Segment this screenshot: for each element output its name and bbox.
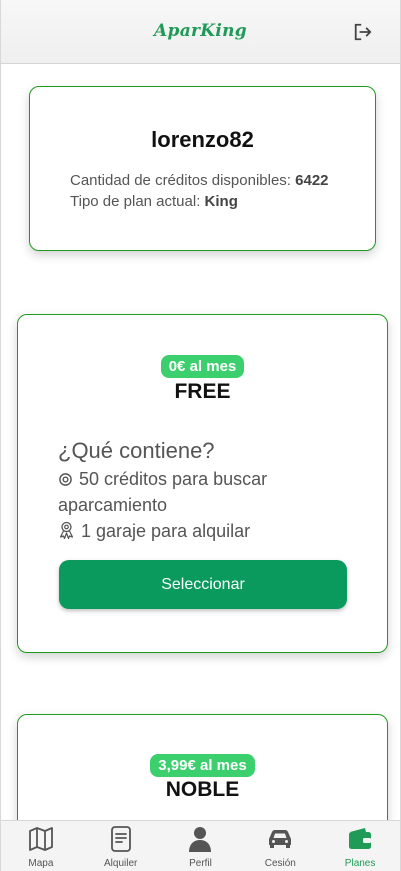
app-logo: AparKing <box>154 21 247 41</box>
feature-search-text: 50 créditos para buscar aparcamiento <box>58 469 268 515</box>
price-badge: 0€ al mes <box>160 355 245 378</box>
bottom-navigation: Mapa Alquiler Perfil Cesión Planes <box>1 820 400 871</box>
app-screen: AparKing lorenzo82 Cantidad de créditos … <box>0 0 401 871</box>
nav-item-perfil[interactable]: Perfil <box>161 821 241 871</box>
car-icon <box>269 830 292 848</box>
map-icon <box>28 827 53 851</box>
award-icon <box>59 521 74 539</box>
plan-card-free: 0€ al mes FREE ¿Qué contiene? 50 crédito… <box>17 314 388 653</box>
document-icon <box>110 826 131 852</box>
logout-icon[interactable] <box>352 22 374 42</box>
contains-title: ¿Qué contiene? <box>58 438 215 463</box>
plan-value: King <box>204 193 238 210</box>
nav-item-mapa[interactable]: Mapa <box>1 821 81 871</box>
feature-garage-text: 1 garaje para alquilar <box>81 521 251 541</box>
nav-label: Planes <box>344 858 376 869</box>
search-icon <box>59 473 72 486</box>
credits-line: Cantidad de créditos disponibles: 6422 <box>70 172 329 189</box>
username: lorenzo82 <box>151 127 254 152</box>
nav-item-alquiler[interactable]: Alquiler <box>81 821 161 871</box>
wallet-icon <box>349 828 372 849</box>
plan-title: FREE <box>174 380 231 403</box>
price-badge: 3,99€ al mes <box>150 754 255 777</box>
nav-item-cesion[interactable]: Cesión <box>240 821 320 871</box>
nav-label: Alquiler <box>104 858 138 869</box>
plans-content[interactable]: lorenzo82 Cantidad de créditos disponibl… <box>1 64 400 820</box>
top-header: AparKing <box>1 0 400 64</box>
nav-label: Mapa <box>28 858 54 869</box>
nav-label: Cesión <box>264 858 296 869</box>
plan-label: Tipo de plan actual: <box>70 193 205 210</box>
plan-title: NOBLE <box>165 778 240 801</box>
person-icon <box>189 827 212 852</box>
feature-search-credits: 50 créditos para buscar aparcamiento <box>58 466 358 518</box>
credits-label: Cantidad de créditos disponibles: <box>70 172 296 189</box>
nav-label: Perfil <box>189 858 212 869</box>
feature-garage: 1 garaje para alquilar <box>58 518 358 544</box>
current-plan-line: Tipo de plan actual: King <box>70 193 238 210</box>
plan-card-noble: 3,99€ al mes NOBLE <box>17 714 388 820</box>
user-info-card: lorenzo82 Cantidad de créditos disponibl… <box>29 86 376 251</box>
nav-item-planes[interactable]: Planes <box>320 821 400 871</box>
credits-value: 6422 <box>295 172 329 189</box>
select-plan-button[interactable]: Seleccionar <box>59 560 347 609</box>
